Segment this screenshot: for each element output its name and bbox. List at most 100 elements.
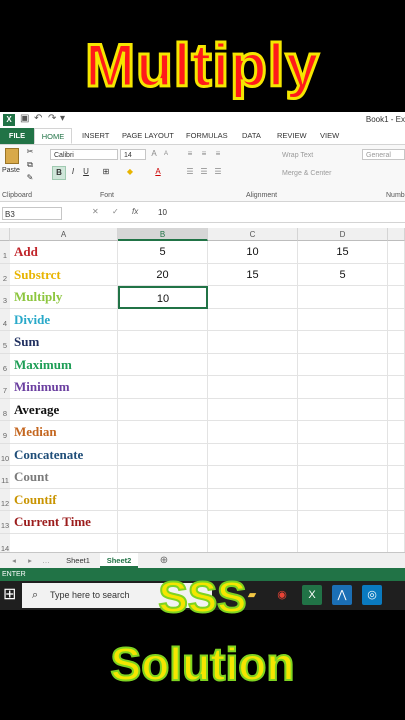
- cell-c[interactable]: 15: [208, 263, 298, 286]
- cell-e[interactable]: [388, 443, 405, 466]
- grow-font-icon[interactable]: A: [148, 148, 160, 160]
- cell-d[interactable]: [298, 466, 388, 489]
- next-sheet-icon[interactable]: ▸: [24, 553, 36, 568]
- cell-c[interactable]: [208, 398, 298, 421]
- column-header-c[interactable]: C: [208, 228, 298, 241]
- cell-d[interactable]: [298, 511, 388, 534]
- cell-a[interactable]: Current Time: [10, 511, 118, 534]
- align-center-icon[interactable]: ☰: [198, 166, 210, 178]
- cell-c[interactable]: [208, 511, 298, 534]
- underline-button[interactable]: U: [80, 166, 92, 178]
- merge-center-button[interactable]: Merge & Center: [282, 170, 331, 177]
- copy-icon[interactable]: ⧉: [24, 159, 36, 171]
- align-bottom-icon[interactable]: ≡: [212, 148, 224, 160]
- row-header[interactable]: 11: [0, 466, 10, 489]
- row-header[interactable]: 8: [0, 398, 10, 421]
- cell-a[interactable]: Minimum: [10, 376, 118, 399]
- undo-icon[interactable]: ↶: [34, 113, 42, 124]
- font-name-select[interactable]: Calibri: [50, 149, 118, 160]
- tab-insert[interactable]: INSERT: [82, 128, 109, 144]
- cell-b[interactable]: [118, 488, 208, 511]
- cell-d[interactable]: [298, 443, 388, 466]
- align-top-icon[interactable]: ≡: [184, 148, 196, 160]
- cell-d[interactable]: 15: [298, 241, 388, 264]
- enter-icon[interactable]: ✓: [112, 207, 119, 216]
- insert-function-icon[interactable]: fx: [132, 207, 138, 216]
- redo-icon[interactable]: ↷: [48, 113, 56, 124]
- cell-c[interactable]: [208, 443, 298, 466]
- cell-c[interactable]: [208, 466, 298, 489]
- cell-c[interactable]: 10: [208, 241, 298, 264]
- cell-b[interactable]: 20: [118, 263, 208, 286]
- tab-home[interactable]: HOME: [34, 128, 72, 144]
- new-sheet-icon[interactable]: ⊕: [156, 553, 172, 568]
- cell-c[interactable]: [208, 308, 298, 331]
- number-format-select[interactable]: General: [362, 149, 405, 160]
- save-icon[interactable]: ▣: [20, 113, 29, 124]
- row-header[interactable]: 4: [0, 308, 10, 331]
- cell-d[interactable]: 5: [298, 263, 388, 286]
- select-all-corner[interactable]: [0, 228, 10, 241]
- formula-input[interactable]: 10: [158, 208, 167, 217]
- cell-a[interactable]: Countif: [10, 488, 118, 511]
- cell-b[interactable]: [118, 353, 208, 376]
- cell-b[interactable]: [118, 421, 208, 444]
- cell-e[interactable]: [388, 286, 405, 309]
- more-sheets-icon[interactable]: …: [40, 553, 52, 568]
- cell-e[interactable]: [388, 263, 405, 286]
- cell-e[interactable]: [388, 376, 405, 399]
- cell-a[interactable]: Concatenate: [10, 443, 118, 466]
- cell-c[interactable]: [208, 331, 298, 354]
- font-color-icon[interactable]: A: [152, 166, 164, 178]
- cell-b[interactable]: [118, 511, 208, 534]
- align-left-icon[interactable]: ☰: [184, 166, 196, 178]
- shrink-font-icon[interactable]: A: [160, 148, 172, 160]
- cell-d[interactable]: [298, 421, 388, 444]
- cell-c[interactable]: [208, 421, 298, 444]
- cell-b[interactable]: 10: [118, 286, 208, 309]
- paste-button[interactable]: Paste: [2, 147, 22, 179]
- cell-e[interactable]: [388, 488, 405, 511]
- cell-d[interactable]: [298, 398, 388, 421]
- cell-b[interactable]: [118, 308, 208, 331]
- column-header-b[interactable]: B: [118, 228, 208, 241]
- font-size-select[interactable]: 14: [120, 149, 146, 160]
- cell-a[interactable]: Sum: [10, 331, 118, 354]
- cell-a[interactable]: Divide: [10, 308, 118, 331]
- cell-d[interactable]: [298, 286, 388, 309]
- cell-e[interactable]: [388, 398, 405, 421]
- cell-a[interactable]: Maximum: [10, 353, 118, 376]
- cell-a[interactable]: Substrct: [10, 263, 118, 286]
- italic-button[interactable]: I: [67, 166, 79, 178]
- row-header[interactable]: 9: [0, 421, 10, 444]
- cell-b[interactable]: [118, 443, 208, 466]
- bold-button[interactable]: B: [52, 166, 66, 180]
- cell-b[interactable]: [118, 398, 208, 421]
- cell-b[interactable]: [118, 376, 208, 399]
- align-right-icon[interactable]: ☰: [212, 166, 224, 178]
- row-header[interactable]: 5: [0, 331, 10, 354]
- tab-file[interactable]: FILE: [0, 128, 34, 144]
- cell-d[interactable]: [298, 488, 388, 511]
- customize-toolbar-icon[interactable]: ▾: [60, 113, 65, 124]
- sheet-tab-sheet2[interactable]: Sheet2: [100, 553, 138, 568]
- cell-a[interactable]: Average: [10, 398, 118, 421]
- wrap-text-button[interactable]: Wrap Text: [282, 152, 313, 159]
- cell-e[interactable]: [388, 466, 405, 489]
- cell-c[interactable]: [208, 286, 298, 309]
- cell-b[interactable]: [118, 331, 208, 354]
- cell-c[interactable]: [208, 376, 298, 399]
- row-header[interactable]: 1: [0, 241, 10, 264]
- cell-e[interactable]: [388, 331, 405, 354]
- cell-c[interactable]: [208, 353, 298, 376]
- name-box[interactable]: B3: [2, 207, 62, 220]
- row-header[interactable]: 6: [0, 353, 10, 376]
- column-header-a[interactable]: A: [10, 228, 118, 241]
- cell-d[interactable]: [298, 376, 388, 399]
- sheet-tab-sheet1[interactable]: Sheet1: [58, 553, 98, 568]
- fill-color-icon[interactable]: ◆: [124, 166, 136, 178]
- cell-d[interactable]: [298, 353, 388, 376]
- cell-b[interactable]: 5: [118, 241, 208, 264]
- cell-a[interactable]: Count: [10, 466, 118, 489]
- cell-a[interactable]: Multiply: [10, 286, 118, 309]
